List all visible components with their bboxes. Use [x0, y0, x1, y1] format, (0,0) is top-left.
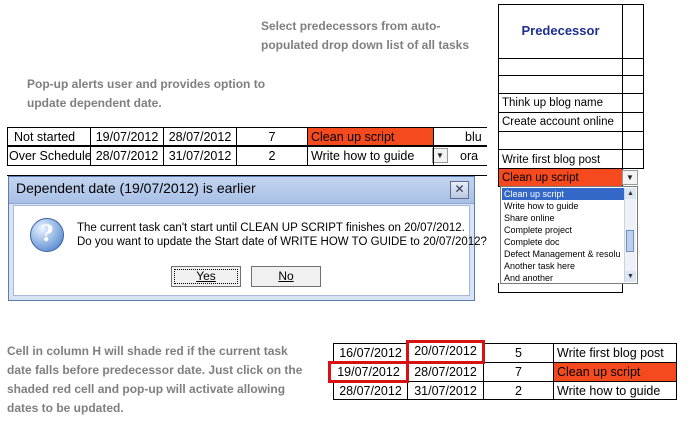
close-icon[interactable]: ✕	[450, 181, 469, 199]
yes-button[interactable]: Yes	[171, 266, 241, 287]
scroll-thumb[interactable]	[626, 230, 634, 252]
start-date-cell[interactable]: 28/07/2012	[333, 381, 408, 400]
predecessor-cell-red[interactable]: Clean up script	[553, 362, 677, 382]
scroll-down-icon[interactable]: ▼	[625, 271, 636, 282]
yes-button-label: Yes	[196, 269, 216, 283]
dialog-titlebar[interactable]: Dependent date (19/07/2012) is earlier ✕	[9, 177, 474, 204]
note-line: Select predecessors from auto-	[261, 19, 441, 33]
start-date-cell[interactable]: 28/07/2012	[90, 146, 164, 166]
dropdown-option[interactable]: Share online	[504, 212, 555, 224]
empty-cell[interactable]	[498, 75, 623, 94]
scroll-up-icon[interactable]: ▲	[625, 188, 636, 199]
end-date-cell[interactable]: 28/07/2012	[163, 127, 237, 146]
duration-cell[interactable]: 7	[483, 362, 554, 382]
duration-cell[interactable]: 2	[483, 381, 554, 400]
duration-cell[interactable]: 5	[483, 343, 554, 363]
note-line: Pop-up alerts user and provides option t…	[27, 77, 266, 91]
note-line: shaded red cell and pop-up will activate…	[7, 382, 286, 396]
dialog-title: Dependent date (19/07/2012) is earlier	[16, 180, 256, 196]
no-button[interactable]: No	[251, 266, 321, 287]
note-line: dates to be updated.	[7, 401, 124, 415]
dialog-message-line: Do you want to update the Start date of …	[77, 236, 487, 248]
dropdown-option[interactable]: Another task here	[504, 260, 575, 272]
predecessor-cell[interactable]: Write how to guide	[307, 146, 434, 166]
end-date-cell[interactable]: 31/07/2012	[407, 381, 484, 400]
question-icon: ?	[30, 218, 64, 252]
dropdown-option[interactable]: Complete project	[504, 224, 572, 236]
predecessor-item[interactable]: Write first blog post	[498, 149, 623, 169]
dialog-message-line: The current task can't start until CLEAN…	[77, 222, 465, 234]
predecessor-header: Predecessor	[521, 23, 600, 38]
predecessor-item[interactable]: Think up blog name	[498, 93, 623, 113]
note-line: Cell in column H will shade red if the c…	[7, 344, 288, 358]
start-date-cell[interactable]: 16/07/2012	[333, 343, 408, 363]
status-cell[interactable]: Over Schedule	[7, 146, 91, 166]
note-line: date falls before predecessor date. Just…	[7, 363, 303, 377]
note-line: update dependent date.	[27, 96, 162, 110]
predecessor-cell[interactable]: Write how to guide	[553, 381, 677, 400]
duration-cell[interactable]: 7	[236, 127, 308, 146]
side-cell	[622, 58, 644, 76]
empty-cell[interactable]	[498, 58, 623, 76]
dropdown-option[interactable]: Defect Management & resolu	[504, 248, 626, 260]
end-date-cell-highlighted[interactable]: 20/07/2012	[406, 340, 485, 364]
extra-cell[interactable]: ora	[433, 146, 487, 166]
side-cell	[622, 4, 644, 59]
predecessor-item[interactable]: Create account online	[498, 112, 623, 132]
dropdown-scrollbar[interactable]: ▲ ▼	[624, 188, 636, 282]
dropdown-option[interactable]: Write how to guide	[504, 200, 578, 212]
empty-cell[interactable]	[498, 131, 623, 150]
end-date-cell[interactable]: 31/07/2012	[163, 146, 237, 166]
note-popup-alerts: Pop-up alerts user and provides option t…	[27, 75, 265, 113]
predecessor-header-cell: Predecessor	[498, 4, 623, 59]
duration-cell[interactable]: 2	[236, 146, 308, 166]
start-date-cell[interactable]: 19/07/2012	[90, 127, 164, 146]
dropdown-arrow-button[interactable]: ▼	[622, 170, 638, 185]
extra-cell-text: blu	[465, 130, 482, 144]
dropdown-option[interactable]: Complete doc	[504, 236, 560, 248]
side-cell	[622, 75, 644, 94]
no-button-label: No	[278, 269, 294, 283]
empty-cell	[498, 283, 623, 293]
side-cell	[622, 131, 644, 150]
note-cell-shade: Cell in column H will shade red if the c…	[7, 342, 302, 418]
extra-cell-text: ora	[460, 149, 479, 163]
dropdown-option-selected[interactable]: Clean up script	[502, 188, 626, 200]
note-select-predecessors: Select predecessors from auto- populated…	[261, 17, 469, 55]
side-cell	[622, 149, 644, 169]
grid-line	[7, 165, 487, 176]
predecessor-item-selected[interactable]: Clean up script	[498, 168, 623, 187]
end-date-cell[interactable]: 28/07/2012	[407, 362, 484, 382]
predecessor-cell[interactable]: Clean up script	[307, 127, 434, 146]
dialog-body: ? The current task can't start until CLE…	[13, 205, 487, 296]
side-cell	[622, 112, 644, 132]
note-line: populated drop down list of all tasks	[261, 38, 470, 52]
predecessor-cell[interactable]: Write first blog post	[553, 343, 677, 363]
dependent-date-dialog: Dependent date (19/07/2012) is earlier ✕…	[8, 176, 487, 301]
side-cell	[622, 93, 644, 113]
dropdown-option[interactable]: And another	[504, 272, 553, 284]
start-date-cell-highlighted[interactable]: 19/07/2012	[328, 361, 409, 383]
status-cell[interactable]: Not started	[7, 127, 91, 146]
extra-cell[interactable]: blu	[433, 127, 487, 146]
predecessor-dropdown-list[interactable]: Clean up script Write how to guide Share…	[500, 186, 638, 284]
